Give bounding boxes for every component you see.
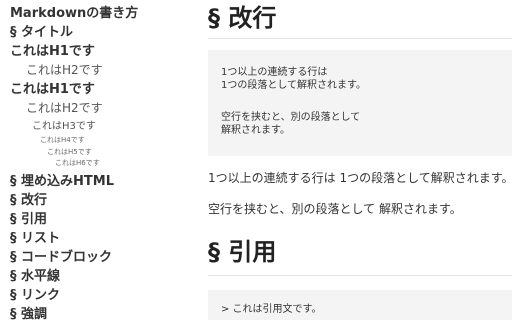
toc-item-h2-second[interactable]: これはH2です — [26, 102, 103, 114]
toc-item-quote[interactable]: § 引用 — [10, 213, 47, 226]
toc-item-embedded-html[interactable]: § 埋め込みHTML — [10, 175, 114, 188]
toc-item-title[interactable]: § タイトル — [10, 26, 73, 39]
section-heading-quote: § 引用 — [208, 238, 277, 266]
section-divider — [208, 38, 512, 39]
toc-item-h2[interactable]: これはH2です — [26, 64, 103, 76]
toc-item-h3[interactable]: これはH3です — [32, 122, 96, 132]
toc-item-horizontal-rule[interactable]: § 水平線 — [10, 270, 60, 283]
code-line: 1つの段落として解釈されます。 — [221, 80, 367, 91]
toc-item-list[interactable]: § リスト — [10, 232, 60, 245]
toc-item-h6[interactable]: これはH6です — [55, 160, 100, 167]
toc-item-link[interactable]: § リンク — [10, 289, 60, 302]
toc-item-h5[interactable]: これはH5です — [47, 149, 92, 156]
toc-item-code-block[interactable]: § コードブロック — [10, 251, 112, 264]
paragraph: 1つ以上の連続する行は 1つの段落として解釈されます。 — [208, 171, 512, 185]
code-line: 解釈されます。 — [221, 125, 290, 136]
code-line: > これは引用文です。 — [221, 304, 322, 315]
code-line: 1つ以上の連続する行は — [221, 67, 328, 78]
toc-item-h4[interactable]: これはH4です — [40, 137, 85, 144]
toc-title[interactable]: Markdownの書き方 — [10, 7, 138, 20]
toc-item-emphasis[interactable]: § 強調 — [10, 308, 47, 320]
toc-item-h1[interactable]: これはH1です — [10, 45, 95, 58]
section-divider — [208, 275, 512, 276]
markdown-guide-page: Markdownの書き方 § タイトル これはH1です これはH2です これはH… — [0, 0, 512, 320]
section-heading-linebreak: § 改行 — [208, 4, 277, 32]
paragraph: 空行を挟むと、別の段落として 解釈されます。 — [208, 202, 462, 216]
toc-item-linebreak[interactable]: § 改行 — [10, 194, 47, 207]
code-block-quote: > これは引用文です。 — [208, 290, 512, 320]
main-content: § 改行 1つ以上の連続する行は 1つの段落として解釈されます。 空行を挟むと、… — [208, 0, 512, 320]
code-block-linebreak: 1つ以上の連続する行は 1つの段落として解釈されます。 空行を挟むと、別の段落と… — [208, 50, 512, 156]
toc-item-h1-second[interactable]: これはH1です — [10, 83, 95, 96]
code-line: 空行を挟むと、別の段落として — [221, 112, 361, 123]
table-of-contents: Markdownの書き方 § タイトル これはH1です これはH2です これはH… — [0, 0, 195, 320]
